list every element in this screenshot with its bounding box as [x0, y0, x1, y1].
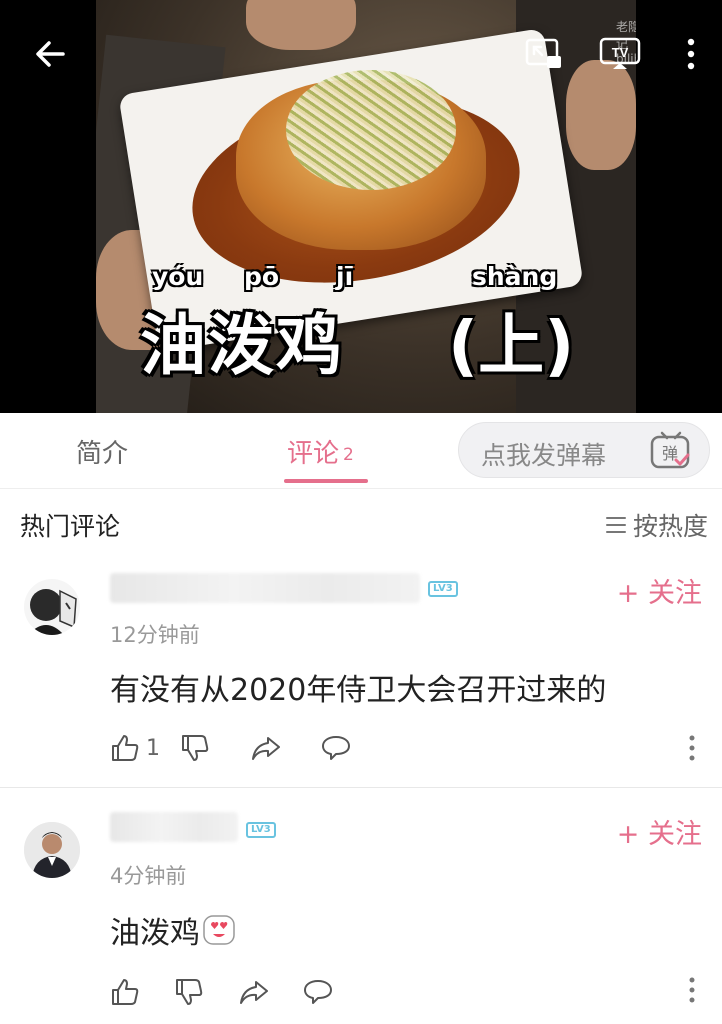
- reply-bubble-icon: [304, 980, 332, 1004]
- comment-actions: 1: [110, 730, 390, 766]
- comment-text: 有没有从2020年侍卫大会召开过来的: [110, 673, 607, 708]
- reply-button[interactable]: [320, 730, 390, 766]
- more-vertical-icon: [687, 38, 695, 70]
- caption-hanzi: 油泼鸡: [140, 307, 344, 384]
- tab-comments[interactable]: 评论 2: [287, 433, 354, 470]
- comment-item: LV3 + 关注 12分钟前 有没有从2020年侍卫大会召开过来的 1: [0, 559, 722, 787]
- pip-icon: [525, 38, 561, 68]
- back-arrow-icon: [36, 41, 65, 67]
- back-button[interactable]: [28, 32, 72, 76]
- caption-part: (上): [448, 307, 575, 384]
- reply-button[interactable]: [302, 974, 366, 1010]
- level-badge: LV3: [246, 822, 276, 838]
- comment-item: LV3 + 关注 4分钟前 油泼鸡: [0, 788, 722, 1024]
- avatar[interactable]: [24, 579, 80, 635]
- pip-button[interactable]: [524, 36, 564, 72]
- share-button[interactable]: [238, 974, 302, 1010]
- username-blurred[interactable]: [110, 573, 420, 603]
- more-options-button[interactable]: [676, 34, 706, 74]
- thumbs-down-icon: [182, 735, 209, 761]
- share-arrow-icon: [252, 737, 280, 760]
- more-vertical-icon: [689, 977, 695, 1003]
- hot-comments-title: 热门评论: [20, 512, 121, 541]
- comment-actions: [110, 974, 366, 1010]
- reply-bubble-icon: [322, 736, 350, 760]
- thumbs-up-icon: [112, 979, 139, 1005]
- sort-button[interactable]: 按热度: [605, 507, 708, 543]
- thumbs-up-icon: [112, 735, 139, 761]
- sort-list-icon: [605, 517, 626, 533]
- like-button[interactable]: [110, 974, 174, 1010]
- comment-text: 油泼鸡: [110, 916, 200, 951]
- like-button[interactable]: 1: [110, 730, 180, 766]
- tab-intro[interactable]: 简介: [76, 433, 128, 470]
- hand-right: [566, 60, 636, 170]
- share-arrow-icon: [240, 981, 268, 1004]
- tab-bar: 简介 评论 2 点我发弹幕 弹: [0, 413, 722, 489]
- more-vertical-icon: [689, 735, 695, 761]
- like-count: 1: [146, 735, 160, 761]
- danmaku-placeholder: 点我发弹幕: [481, 441, 607, 470]
- video-caption: yóu pō jī shàng 油泼鸡 (上): [140, 262, 580, 392]
- pinyin-you: yóu: [152, 262, 204, 291]
- username-blurred[interactable]: [110, 812, 238, 842]
- pinyin-shang: shàng: [472, 262, 558, 291]
- avatar-image: [24, 579, 80, 635]
- tab-comments-count: 2: [343, 445, 354, 465]
- follow-button[interactable]: + 关注: [617, 812, 702, 851]
- comment-more-button[interactable]: [686, 972, 698, 1008]
- level-badge: LV3: [428, 581, 458, 597]
- comment-time: 12分钟前: [110, 623, 200, 647]
- comment-more-button[interactable]: [686, 730, 698, 766]
- thumbs-down-icon: [176, 979, 203, 1005]
- tv-cast-icon: TV: [599, 37, 641, 69]
- avatar-image: [24, 822, 80, 878]
- heart-eyes-emoji-icon: [203, 915, 235, 945]
- danmaku-toggle-icon[interactable]: 弹: [649, 431, 693, 471]
- comment-time: 4分钟前: [110, 864, 187, 888]
- scallion-topping: [286, 70, 456, 190]
- pinyin-po: pō: [244, 262, 280, 291]
- comments-header: 热门评论 按热度: [0, 489, 722, 559]
- follow-button[interactable]: + 关注: [617, 571, 702, 610]
- sort-label: 按热度: [632, 512, 708, 541]
- pinyin-ji: jī: [336, 262, 354, 291]
- dislike-button[interactable]: [174, 974, 238, 1010]
- danmaku-input[interactable]: 点我发弹幕 弹: [458, 422, 710, 478]
- hand-top: [246, 0, 356, 50]
- tv-cast-button[interactable]: TV: [598, 36, 642, 72]
- share-button[interactable]: [250, 730, 320, 766]
- svg-text:TV: TV: [612, 45, 629, 60]
- comment-text-line: 油泼鸡: [110, 908, 236, 952]
- video-player[interactable]: 老隐记 bilibili yóu pō jī shàng 油泼鸡 (上) TV: [0, 0, 722, 413]
- avatar[interactable]: [24, 822, 80, 878]
- tab-active-indicator: [284, 479, 368, 483]
- dislike-button[interactable]: [180, 730, 250, 766]
- tab-comments-label: 评论: [287, 439, 340, 469]
